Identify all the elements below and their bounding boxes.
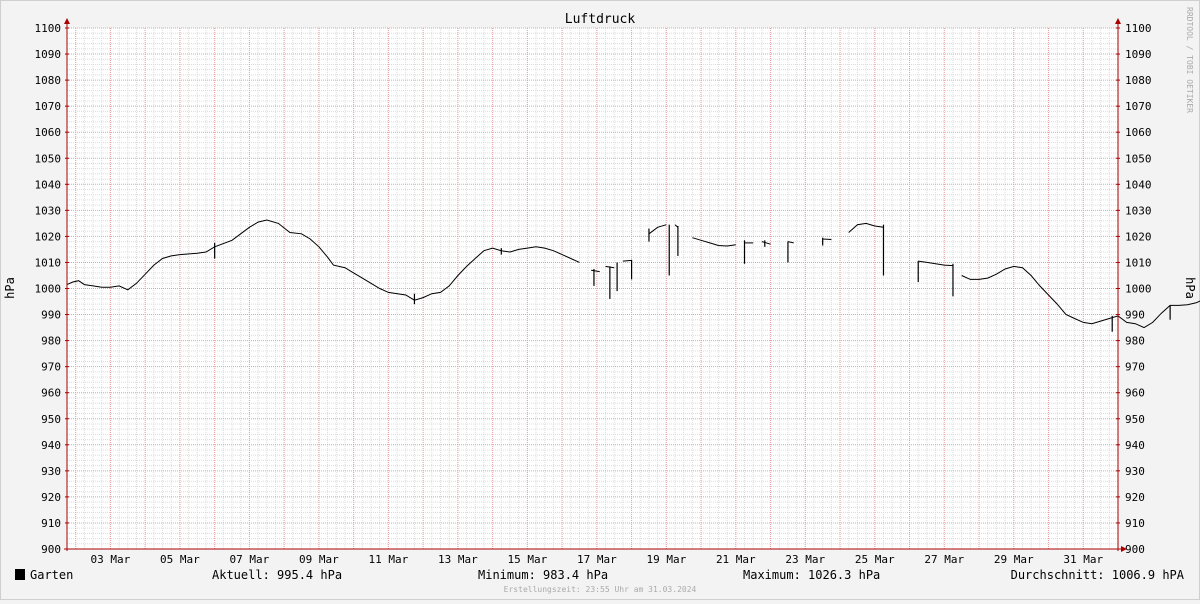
y-tick-label-right: 970 xyxy=(1125,361,1145,374)
y-tick-label-left: 1000 xyxy=(35,283,62,296)
legend-minimum: Minimum: 983.4 hPa xyxy=(478,568,608,582)
x-tick-label: 05 Mar xyxy=(160,553,200,566)
x-tick-label: 25 Mar xyxy=(855,553,895,566)
y-tick-label-left: 960 xyxy=(41,387,61,400)
series-line-segment xyxy=(622,259,632,262)
y-tick-label-left: 1050 xyxy=(35,152,62,165)
y-axis-label-right: hPa xyxy=(1183,277,1197,299)
y-tick-label-right: 1030 xyxy=(1125,204,1152,217)
y-tick-label-left: 980 xyxy=(41,335,61,348)
x-tick-label: 29 Mar xyxy=(994,553,1034,566)
x-tick-label: 09 Mar xyxy=(299,553,339,566)
y-tick-label-left: 970 xyxy=(41,361,61,374)
x-tick-label: 17 Mar xyxy=(577,553,617,566)
y-tick-label-right: 1080 xyxy=(1125,74,1152,87)
y-tick-label-left: 920 xyxy=(41,491,61,504)
chart-title: Luftdruck xyxy=(565,12,636,27)
y-tick-label-right: 930 xyxy=(1125,465,1145,478)
y-tick-label-right: 900 xyxy=(1125,543,1145,556)
y-tick-label-right: 1010 xyxy=(1125,256,1152,269)
y-tick-label-left: 1020 xyxy=(35,230,62,243)
legend-series-label: Garten xyxy=(30,568,73,582)
y-tick-label-right: 910 xyxy=(1125,517,1145,530)
y-tick-label-right: 980 xyxy=(1125,335,1145,348)
y-tick-label-right: 950 xyxy=(1125,413,1145,426)
footer-created: Erstellungszeit: 23:55 Uhr am 31.03.2024 xyxy=(504,585,697,594)
x-tick-label: 11 Mar xyxy=(369,553,409,566)
y-tick-label-right: 1040 xyxy=(1125,178,1152,191)
y-tick-label-left: 1040 xyxy=(35,178,62,191)
x-tick-label: 13 Mar xyxy=(438,553,478,566)
y-tick-label-left: 910 xyxy=(41,517,61,530)
y-tick-label-left: 1090 xyxy=(35,48,62,61)
y-tick-label-left: 900 xyxy=(41,543,61,556)
x-tick-label: 21 Mar xyxy=(716,553,756,566)
legend-maximum: Maximum: 1026.3 hPa xyxy=(743,568,880,582)
series-line-segment xyxy=(822,238,832,240)
x-tick-label: 27 Mar xyxy=(924,553,964,566)
x-tick-label: 19 Mar xyxy=(646,553,686,566)
rrdtool-watermark: RRDTOOL / TOBI OETIKER xyxy=(1185,7,1194,113)
y-tick-label-left: 1100 xyxy=(35,22,62,35)
y-tick-label-left: 1080 xyxy=(35,74,62,87)
chart-svg: 900 910 920 930 940 950 960 970 980 990 1000 1010 10… xyxy=(0,0,1200,600)
y-tick-label-right: 1090 xyxy=(1125,48,1152,61)
y-tick-label-right: 940 xyxy=(1125,439,1145,452)
y-tick-label-left: 1030 xyxy=(35,204,62,217)
y-tick-label-right: 1050 xyxy=(1125,152,1152,165)
y-tick-label-left: 940 xyxy=(41,439,61,452)
y-tick-label-left: 990 xyxy=(41,309,61,322)
y-tick-label-left: 1010 xyxy=(35,256,62,269)
legend-durchschnitt: Durchschnitt: 1006.9 hPA xyxy=(1011,568,1185,582)
y-tick-label-right: 1100 xyxy=(1125,22,1152,35)
y-tick-label-right: 920 xyxy=(1125,491,1145,504)
y-tick-label-left: 930 xyxy=(41,465,61,478)
legend-aktuell: Aktuell: 995.4 hPa xyxy=(212,568,342,582)
x-tick-label: 03 Mar xyxy=(91,553,131,566)
y-tick-label-right: 990 xyxy=(1125,309,1145,322)
x-tick-label: 31 Mar xyxy=(1063,553,1103,566)
y-tick-label-right: 1000 xyxy=(1125,283,1152,296)
x-tick-label: 15 Mar xyxy=(507,553,547,566)
y-tick-label-left: 1070 xyxy=(35,100,62,113)
y-tick-label-right: 960 xyxy=(1125,387,1145,400)
y-tick-label-right: 1020 xyxy=(1125,230,1152,243)
chart-root: 900 910 920 930 940 950 960 970 980 990 1000 1010 10… xyxy=(0,0,1200,600)
y-axis-label-left: hPa xyxy=(3,277,17,299)
legend-swatch-garten xyxy=(15,569,25,580)
plot-area xyxy=(67,28,1118,549)
x-tick-label: 07 Mar xyxy=(230,553,270,566)
y-tick-label-left: 1060 xyxy=(35,126,62,139)
x-tick-labels: 03 Mar 05 Mar 07 Mar 09 Mar 11 Mar 13 Mar 15 M… xyxy=(91,553,1104,566)
y-tick-label-right: 1060 xyxy=(1125,126,1152,139)
y-tick-label-left: 950 xyxy=(41,413,61,426)
y-tick-label-right: 1070 xyxy=(1125,100,1152,113)
x-tick-label: 23 Mar xyxy=(785,553,825,566)
